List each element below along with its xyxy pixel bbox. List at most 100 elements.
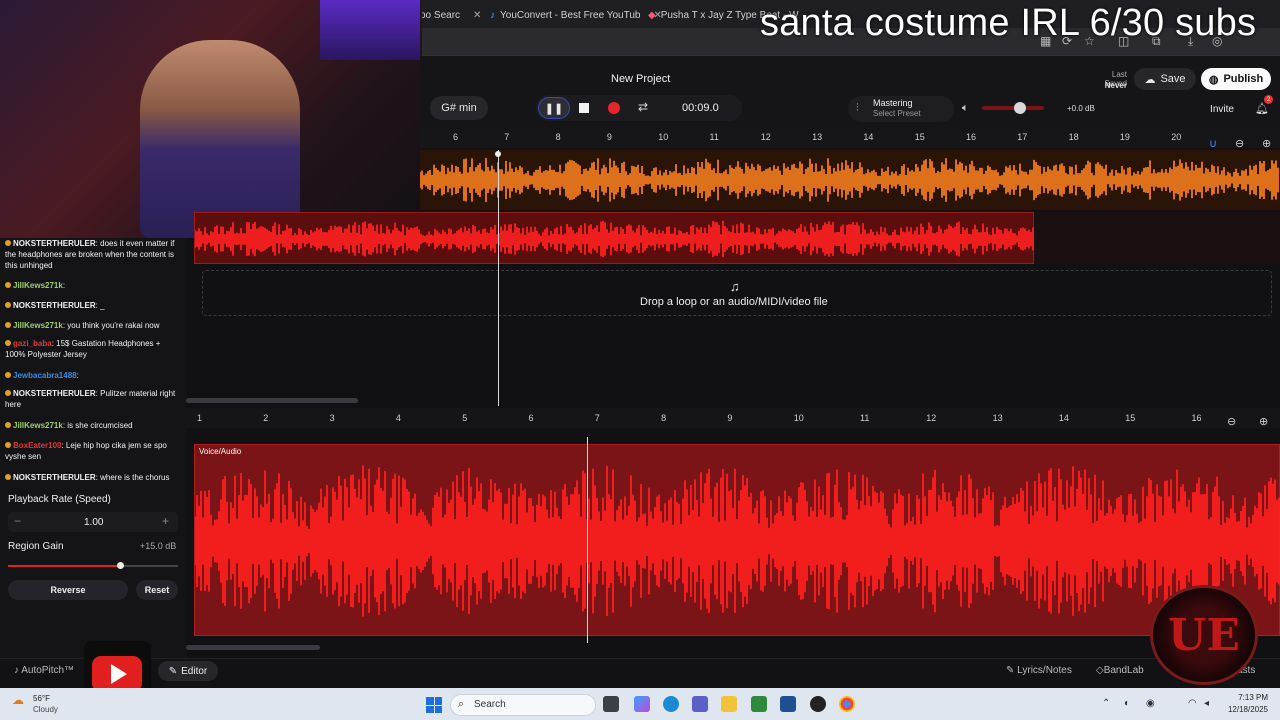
channel-logo: UE bbox=[1150, 585, 1258, 685]
chat-username[interactable]: NOKSTERTHERULER bbox=[13, 389, 96, 398]
zoom-out-icon[interactable]: ⊖ bbox=[1235, 137, 1244, 150]
tab-youconvert[interactable]: ♪ YouConvert - Best Free YouTub ✕ bbox=[490, 6, 662, 24]
speaker-icon[interactable]: ◂ bbox=[1204, 698, 1209, 709]
chat-message: NOKSTERTHERULER: Pulitzer material right… bbox=[5, 388, 183, 410]
close-icon[interactable]: ✕ bbox=[473, 10, 481, 21]
chat-text: : bbox=[76, 371, 79, 380]
teams-icon[interactable] bbox=[692, 696, 708, 712]
save-button[interactable]: ☁ Save bbox=[1134, 68, 1196, 90]
chat-username[interactable]: BoxEater100 bbox=[13, 441, 61, 450]
globe-icon: ◍ bbox=[1208, 73, 1219, 86]
playhead-handle[interactable] bbox=[495, 151, 501, 157]
chat-username[interactable]: Jewbacabra1488 bbox=[13, 371, 77, 380]
chrome-icon[interactable] bbox=[839, 696, 855, 712]
mastering-label: Mastering bbox=[873, 98, 913, 108]
plus-icon[interactable]: + bbox=[162, 514, 169, 528]
cloud-icon: ☁ bbox=[1144, 73, 1156, 86]
chat-username[interactable]: JillKews271k bbox=[13, 421, 63, 430]
waveform-path bbox=[194, 220, 1034, 258]
publish-button[interactable]: ◍ Publish bbox=[1201, 68, 1271, 90]
chat-text: : you think you're rakai now bbox=[62, 321, 160, 330]
ruler-tick: 13 bbox=[812, 132, 823, 142]
chat-message: NOKSTERTHERULER: where is the chorus bbox=[5, 472, 183, 483]
ruler-tick: 10 bbox=[658, 132, 669, 142]
record-button[interactable] bbox=[608, 102, 620, 114]
invite-button[interactable]: Invite bbox=[1199, 101, 1245, 117]
clock-time[interactable]: 7:13 PM bbox=[1238, 693, 1268, 702]
minus-icon[interactable]: − bbox=[14, 514, 21, 528]
lyrics-tab[interactable]: ✎ Lyrics/Notes bbox=[1006, 665, 1072, 676]
chat-username[interactable]: NOKSTERTHERULER bbox=[13, 239, 96, 248]
stop-button[interactable] bbox=[579, 103, 589, 113]
editor-audio-region[interactable] bbox=[194, 444, 1280, 636]
empty-track-lane[interactable] bbox=[1034, 212, 1280, 264]
editor-playhead[interactable] bbox=[587, 437, 588, 643]
chevron-up-icon[interactable]: ⌃ bbox=[1102, 698, 1110, 709]
taskbar-search[interactable] bbox=[450, 694, 596, 716]
playback-rate-value[interactable]: 1.00 bbox=[84, 517, 103, 528]
pencil-icon: ✎ bbox=[168, 665, 178, 677]
autopitch-tab[interactable]: ♪ AutoPitch™ bbox=[14, 665, 74, 676]
ruler-tick: 6 bbox=[528, 413, 534, 423]
tray-app-icon[interactable]: ◉ bbox=[1146, 698, 1155, 709]
zoom-in-icon[interactable]: ⊕ bbox=[1259, 415, 1268, 428]
drop-zone-text: Drop a loop or an audio/MIDI/video file bbox=[640, 296, 828, 308]
xbox-icon[interactable] bbox=[751, 696, 767, 712]
bandlab-tab[interactable]: ◇BandLab bbox=[1096, 665, 1144, 676]
horizontal-scrollbar[interactable] bbox=[186, 398, 358, 403]
chat-message: NOKSTERTHERULER: _ bbox=[5, 300, 183, 311]
timeline-ruler[interactable] bbox=[420, 130, 1280, 148]
chat-username[interactable]: JillKews271k bbox=[13, 321, 63, 330]
ruler-tick: 11 bbox=[860, 413, 870, 423]
key-button[interactable]: G# min bbox=[430, 96, 488, 120]
volume-slider[interactable] bbox=[982, 106, 1044, 110]
editor-scrollbar[interactable] bbox=[186, 645, 320, 650]
volume-icon[interactable]: 🔈︎ bbox=[962, 102, 969, 115]
task-view-icon[interactable] bbox=[603, 696, 619, 712]
loop-button[interactable]: ⇄ bbox=[638, 100, 648, 114]
weather-temp[interactable]: 56°F bbox=[33, 694, 50, 703]
chat-username[interactable]: gazi_baba bbox=[13, 339, 52, 348]
playhead[interactable] bbox=[498, 150, 499, 406]
zoom-out-icon[interactable]: ⊖ bbox=[1227, 415, 1236, 428]
webcam-light bbox=[320, 0, 420, 60]
pause-button[interactable]: ❚❚ bbox=[538, 97, 570, 119]
ruler-tick: 17 bbox=[1017, 132, 1028, 142]
mastering-preset[interactable]: Select Preset bbox=[873, 109, 921, 118]
editor-tab[interactable]: ✎ Editor bbox=[158, 661, 218, 681]
waveform-path bbox=[419, 157, 1279, 203]
clock-date[interactable]: 12/18/2025 bbox=[1224, 705, 1268, 714]
reset-button[interactable]: Reset bbox=[136, 580, 178, 600]
voice-track-region[interactable] bbox=[194, 212, 1034, 264]
copilot-icon[interactable] bbox=[634, 696, 650, 712]
wifi-icon[interactable]: ◠ bbox=[1188, 698, 1197, 709]
magnet-icon[interactable]: ∪ bbox=[1209, 137, 1217, 150]
stream-overlay-title: santa costume IRL 6/30 subs bbox=[760, 2, 1257, 44]
chat-username[interactable]: JillKews271k bbox=[13, 281, 63, 290]
chat-username[interactable]: NOKSTERTHERULER bbox=[13, 473, 96, 482]
ruler-tick: 7 bbox=[594, 413, 600, 423]
chat-message: JillKews271k: bbox=[5, 280, 183, 291]
editor-ruler[interactable] bbox=[186, 408, 1280, 428]
tray-app-icon[interactable]: ◐ bbox=[1124, 698, 1130, 709]
region-gain-label: Region Gain bbox=[8, 541, 64, 552]
start-button[interactable] bbox=[426, 697, 442, 713]
region-label: Voice/Audio bbox=[199, 447, 242, 456]
tab-search[interactable]: oo Searc ✕ bbox=[420, 6, 481, 24]
region-gain-value: +15.0 dB bbox=[140, 541, 177, 551]
chat-username[interactable]: NOKSTERTHERULER bbox=[13, 301, 96, 310]
taskbar-search-text: Search bbox=[474, 699, 506, 710]
reverse-button[interactable]: Reverse bbox=[8, 580, 128, 600]
chat-text: : bbox=[62, 281, 66, 290]
weather-desc[interactable]: Cloudy bbox=[33, 705, 58, 714]
file-explorer-icon[interactable] bbox=[721, 696, 737, 712]
app-icon[interactable] bbox=[810, 696, 826, 712]
edge-icon[interactable] bbox=[663, 696, 679, 712]
orange-track-region[interactable] bbox=[419, 150, 1280, 210]
weather-icon[interactable]: ☁ bbox=[12, 693, 24, 707]
project-title[interactable]: New Project bbox=[611, 73, 670, 85]
pen-icon: ✎ bbox=[1006, 665, 1018, 676]
zoom-in-icon[interactable]: ⊕ bbox=[1262, 137, 1271, 150]
chat-message: BoxEater100: Leje hip hop cika jem se sp… bbox=[5, 440, 183, 462]
store-icon[interactable] bbox=[780, 696, 796, 712]
